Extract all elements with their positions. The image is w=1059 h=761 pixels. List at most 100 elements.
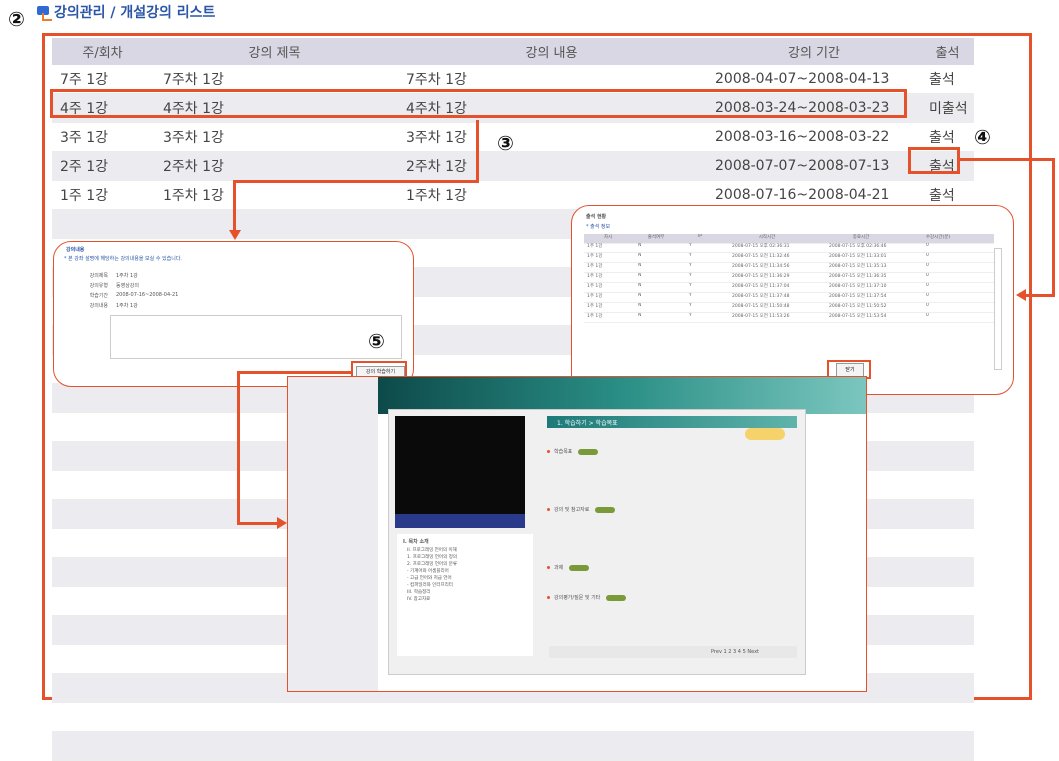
- marker-2: ②: [8, 7, 25, 31]
- att-cell: 2008-07-15 오전 11:53:54: [829, 314, 887, 319]
- empty-cell: [921, 673, 974, 703]
- empty-cell: [153, 731, 396, 761]
- col-content: 강의 내용: [396, 38, 707, 65]
- att-cell: 0: [926, 263, 929, 268]
- toc-item[interactable]: - 고급 언어와 저급 언어: [407, 575, 533, 581]
- bullet-icon: [547, 596, 550, 599]
- att-cell: Y: [689, 253, 692, 258]
- field-label: 강의내용: [89, 303, 108, 309]
- att-cell: 1주 1강: [587, 294, 603, 299]
- empty-cell: [52, 383, 153, 413]
- toc-item[interactable]: - 기계어와 어셈블리어: [407, 568, 533, 574]
- att-col: 차시: [603, 235, 613, 240]
- bullet-icon: [547, 508, 550, 511]
- arrow-right-icon: [277, 517, 287, 529]
- att-cell: Y: [689, 243, 692, 248]
- goal-badge[interactable]: [569, 564, 590, 571]
- objective-badge[interactable]: [745, 428, 785, 440]
- goal-item[interactable]: 강의 및 참고자료: [547, 506, 616, 513]
- connector-line: [237, 522, 279, 525]
- toc-item[interactable]: II. 프로그래밍 언어의 이해: [407, 547, 533, 553]
- connector-line: [959, 158, 1055, 161]
- field-label: 강의제목: [89, 273, 108, 279]
- att-cell: 2008-07-15 오전 11:34:56: [732, 264, 790, 269]
- highlight-row-4: [50, 89, 907, 118]
- att-cell: N: [638, 243, 642, 248]
- att-row: 1주 1강 N Y 2008-07-15 오전 11:32:46 2008-07-15 …: [584, 253, 994, 263]
- empty-cell: [52, 731, 153, 761]
- att-cell: 2008-07-15 오전 11:37:10: [829, 284, 887, 289]
- att-cell: 2008-07-15 오전 11:32:46: [732, 254, 790, 259]
- att-cell: 2008-07-15 오전 11:50:48: [732, 304, 790, 309]
- table-row-empty: [52, 731, 974, 761]
- att-cell: 1주 1강: [587, 254, 603, 259]
- att-cell: 0: [926, 303, 929, 308]
- att-cell: 2008-07-15 오전 11:33:01: [829, 254, 887, 259]
- att-cell: 0: [926, 283, 929, 288]
- att-col: 종료시간: [852, 235, 870, 240]
- bullet-icon: [547, 566, 550, 569]
- video-player[interactable]: [395, 416, 525, 514]
- cell-title: 1주차 1강: [153, 180, 396, 210]
- toc-item[interactable]: 2. 프로그래밍 언어의 분류: [407, 561, 533, 567]
- arrow-corner-icon: [42, 13, 52, 21]
- goal-badge[interactable]: [578, 448, 599, 455]
- toc-item[interactable]: IV. 참고자료: [407, 596, 533, 602]
- pager-bar: [549, 646, 797, 658]
- empty-cell: [153, 702, 396, 732]
- att-row: 1주 1강 N Y 2008-07-15 오후 02:36:31 2008-07-15 …: [584, 243, 994, 253]
- cell-attendance[interactable]: 미출석: [921, 93, 974, 123]
- goal-item[interactable]: 강의평가/질문 및 기타: [547, 594, 627, 601]
- att-cell: N: [638, 303, 642, 308]
- att-row: 1주 1강 N Y 2008-07-15 오전 11:53:26 2008-07-15 …: [584, 313, 994, 323]
- player-controls[interactable]: [395, 514, 525, 528]
- pager[interactable]: Prev 1 2 3 4 5 Next: [711, 649, 759, 655]
- att-cell: 1주 1강: [587, 314, 603, 319]
- table-row[interactable]: 2주 1강 2주차 1강 2주차 1강 2008-07-07~2008-07-13 출석: [52, 151, 974, 181]
- field-value: 1주차 1강: [116, 303, 138, 309]
- att-col: IP: [697, 234, 703, 239]
- empty-cell: [707, 731, 921, 761]
- connector-line: [1024, 294, 1055, 297]
- popup-field-row: 강의유형 동영상강의: [68, 282, 388, 292]
- goal-item[interactable]: 학습목표: [547, 448, 599, 455]
- empty-cell: [52, 441, 153, 471]
- att-col: 출석여부: [647, 235, 665, 240]
- connector-line: [1052, 158, 1055, 297]
- col-attendance: 출석: [921, 38, 974, 65]
- att-cell: 2008-07-15 오후 02:36:46: [829, 244, 887, 249]
- toc-item[interactable]: 1. 프로그래밍 언어의 정의: [407, 554, 533, 560]
- field-label: 강의유형: [89, 283, 108, 289]
- marker-4: ④: [974, 125, 991, 149]
- goal-badge[interactable]: [606, 594, 627, 601]
- att-cell: 0: [926, 313, 929, 318]
- toc-item[interactable]: III. 학습정리: [407, 589, 533, 595]
- att-cell: 1주 1강: [587, 304, 603, 309]
- empty-cell: [921, 441, 974, 471]
- connector-line: [233, 180, 236, 232]
- goal-badge[interactable]: [595, 506, 616, 513]
- empty-cell: [52, 499, 153, 529]
- table-row-empty: [52, 702, 974, 732]
- col-period: 강의 기간: [707, 38, 921, 65]
- att-subheader: * 출석 정보: [586, 224, 611, 230]
- lesson-viewer-window: I. 목차 소개 II. 프로그래밍 언어의 이해 1. 프로그래밍 언어의 정의 2…: [287, 376, 867, 692]
- lesson-content-frame: I. 목차 소개 II. 프로그래밍 언어의 이해 1. 프로그래밍 언어의 정의 2…: [388, 409, 806, 675]
- empty-cell: [52, 470, 153, 500]
- att-row: 1주 1강 N Y 2008-07-15 오전 11:50:48 2008-07-15 …: [584, 303, 994, 313]
- empty-cell: [921, 586, 974, 616]
- cell-attendance[interactable]: 출석: [921, 65, 974, 94]
- empty-cell: [921, 412, 974, 442]
- toc-item[interactable]: - 컴파일러와 인터프리터: [407, 582, 533, 588]
- close-button[interactable]: 닫기: [836, 363, 864, 377]
- empty-cell: [52, 644, 153, 674]
- goal-item[interactable]: 과제: [547, 564, 590, 571]
- att-col: 수강시간(분): [925, 235, 951, 240]
- content-textarea[interactable]: [110, 315, 402, 359]
- lesson-left-margin: [288, 377, 378, 691]
- arrow-down-icon: [229, 230, 241, 240]
- att-cell: 0: [926, 293, 929, 298]
- empty-cell: [396, 702, 707, 732]
- att-scrollbar[interactable]: [994, 248, 1002, 370]
- empty-cell: [707, 702, 921, 732]
